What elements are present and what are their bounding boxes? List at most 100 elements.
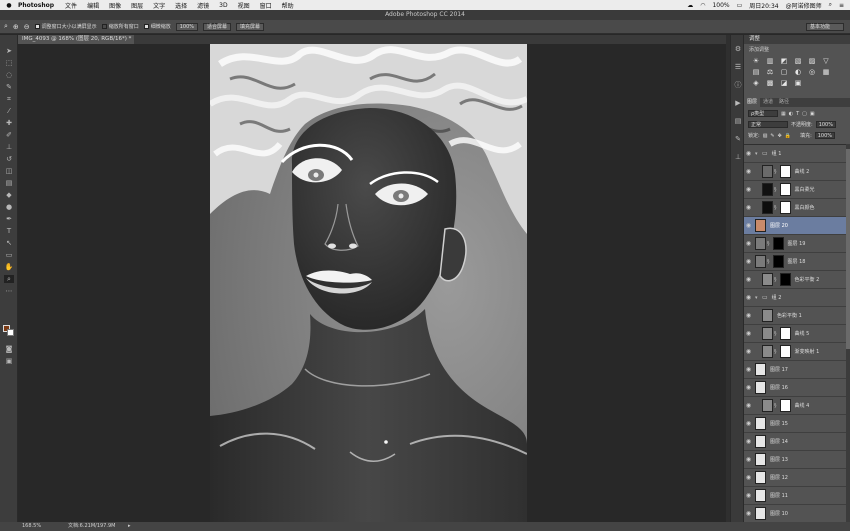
zoom-tool-icon[interactable]: ⌕ bbox=[4, 22, 8, 31]
chain-link-icon[interactable]: § bbox=[774, 331, 777, 337]
dock-adjust-icon[interactable]: ⚙ bbox=[734, 45, 742, 53]
marquee-tool-icon[interactable]: ⬚ bbox=[4, 59, 14, 67]
eyedropper-tool-icon[interactable]: ⁄ bbox=[4, 107, 14, 115]
cloud-icon[interactable]: ☁ bbox=[687, 2, 693, 9]
menu-3d[interactable]: 3D bbox=[219, 2, 227, 9]
layer-name[interactable]: 色彩平衡 1 bbox=[777, 312, 802, 319]
layer-row[interactable]: ◉ 图层 15 bbox=[744, 415, 850, 433]
eye-icon[interactable]: ◉ bbox=[744, 474, 753, 481]
hue-saturation-icon[interactable]: ▤ bbox=[750, 67, 762, 77]
layer-row[interactable]: ◉ § 图层 18 bbox=[744, 253, 850, 271]
layer-name[interactable]: 组 1 bbox=[772, 150, 782, 157]
layer-row[interactable]: ◉ ▾ ▭ 组 1 bbox=[744, 145, 850, 163]
layer-thumbnail[interactable] bbox=[755, 219, 766, 232]
layer-name[interactable]: 图层 14 bbox=[770, 438, 788, 445]
layer-mask-thumbnail[interactable] bbox=[779, 273, 791, 286]
zoom-tool-active-icon[interactable]: ⌕ bbox=[4, 275, 14, 283]
layer-filter-select[interactable]: ρ类型 bbox=[748, 110, 778, 117]
layer-row[interactable]: ◉ § 曲线 5 bbox=[744, 325, 850, 343]
document-size[interactable]: 文档:6.21M/197.9M bbox=[68, 522, 115, 531]
lasso-tool-icon[interactable]: ◌ bbox=[4, 71, 14, 79]
layer-name[interactable]: 黑白柔光 bbox=[795, 186, 815, 193]
status-menu-arrow-icon[interactable]: ▸ bbox=[128, 522, 131, 531]
layer-row[interactable]: ◉ 图层 17 bbox=[744, 361, 850, 379]
eye-icon[interactable]: ◉ bbox=[744, 510, 753, 517]
menubar-user[interactable]: @阿诺修图师 bbox=[786, 1, 822, 10]
layer-row[interactable]: ◉ 图层 14 bbox=[744, 433, 850, 451]
menu-image[interactable]: 图像 bbox=[109, 1, 121, 10]
zoom-in-icon[interactable]: ⊕ bbox=[13, 23, 19, 31]
shape-tool-icon[interactable]: ▭ bbox=[4, 251, 14, 259]
zoom-level[interactable]: 168.5% bbox=[22, 522, 41, 531]
fill-screen-button[interactable]: 填充屏幕 bbox=[236, 22, 265, 31]
layer-name[interactable]: 曲线 5 bbox=[795, 330, 810, 337]
adjustments-panel-header[interactable]: 调整 bbox=[744, 35, 850, 44]
eye-icon[interactable]: ◉ bbox=[744, 240, 753, 247]
eye-icon[interactable]: ◉ bbox=[744, 258, 753, 265]
eye-icon[interactable]: ◉ bbox=[744, 186, 753, 193]
disclosure-triangle-icon[interactable]: ▾ bbox=[755, 295, 761, 301]
chain-link-icon[interactable]: § bbox=[774, 169, 777, 175]
chain-link-icon[interactable]: § bbox=[774, 349, 777, 355]
layer-row[interactable]: ◉ § 黑白颜色 bbox=[744, 199, 850, 217]
layer-thumbnail[interactable] bbox=[755, 363, 766, 376]
layer-name[interactable]: 图层 15 bbox=[770, 420, 788, 427]
layer-thumbnail[interactable] bbox=[755, 255, 766, 268]
filter-shape-icon[interactable]: ▢ bbox=[802, 111, 807, 117]
photo-filter-icon[interactable]: ◐ bbox=[792, 67, 804, 77]
dock-actions-icon[interactable]: ▶ bbox=[734, 99, 742, 107]
dodge-tool-icon[interactable]: ● bbox=[4, 203, 14, 211]
layer-name[interactable]: 图层 11 bbox=[770, 492, 788, 499]
menu-file[interactable]: 文件 bbox=[65, 1, 77, 10]
brightness-icon[interactable]: ☀ bbox=[750, 56, 762, 66]
layer-thumbnail[interactable] bbox=[762, 399, 773, 412]
layer-thumbnail[interactable] bbox=[762, 183, 773, 196]
layer-thumbnail[interactable] bbox=[762, 165, 773, 178]
layer-name[interactable]: 图层 16 bbox=[770, 384, 788, 391]
channel-mixer-icon[interactable]: ◎ bbox=[806, 67, 818, 77]
blend-mode-select[interactable]: 正常 bbox=[748, 121, 788, 128]
layer-mask-thumbnail[interactable] bbox=[779, 183, 791, 196]
layer-row[interactable]: ◉ § 曲线 4 bbox=[744, 397, 850, 415]
filter-pixel-icon[interactable]: ▦ bbox=[781, 111, 786, 117]
dock-history-icon[interactable]: ☰ bbox=[734, 63, 742, 71]
layer-name[interactable]: 色彩平衡 2 bbox=[795, 276, 820, 283]
resize-windows-checkbox[interactable]: 调整窗口大小以满屏显示 bbox=[34, 23, 97, 30]
eye-icon[interactable]: ◉ bbox=[744, 438, 753, 445]
layer-mask-thumbnail[interactable] bbox=[779, 399, 791, 412]
layer-thumbnail[interactable] bbox=[762, 345, 773, 358]
dock-properties-icon[interactable]: ▤ bbox=[734, 117, 742, 125]
eraser-tool-icon[interactable]: ◫ bbox=[4, 167, 14, 175]
layer-name[interactable]: 图层 10 bbox=[770, 510, 788, 517]
layer-row[interactable]: ◉ ▾ ▭ 组 2 bbox=[744, 289, 850, 307]
tab-channels[interactable]: 通道 bbox=[760, 98, 776, 107]
layer-mask-thumbnail[interactable] bbox=[772, 237, 784, 250]
levels-icon[interactable]: ▥ bbox=[764, 56, 776, 66]
layer-row[interactable]: ◉ 图层 20 bbox=[744, 217, 850, 235]
dock-brush-icon[interactable]: ✎ bbox=[734, 135, 742, 143]
pen-tool-icon[interactable]: ✒ bbox=[4, 215, 14, 223]
wifi-icon[interactable]: ◠ bbox=[700, 2, 705, 9]
layers-scrollbar[interactable] bbox=[846, 144, 850, 522]
gradient-map-icon[interactable]: ▣ bbox=[792, 78, 804, 88]
opacity-input[interactable]: 100% bbox=[815, 121, 836, 128]
move-tool-icon[interactable]: ➤ bbox=[4, 47, 14, 55]
menu-view[interactable]: 视图 bbox=[238, 1, 250, 10]
quick-select-tool-icon[interactable]: ✎ bbox=[4, 83, 14, 91]
gradient-tool-icon[interactable]: ▤ bbox=[4, 179, 14, 187]
eye-icon[interactable]: ◉ bbox=[744, 204, 753, 211]
layer-mask-thumbnail[interactable] bbox=[779, 327, 791, 340]
layer-name[interactable]: 图层 12 bbox=[770, 474, 788, 481]
layer-thumbnail[interactable] bbox=[755, 381, 766, 394]
filter-smart-icon[interactable]: ▣ bbox=[810, 111, 815, 117]
fit-screen-button[interactable]: 适合屏幕 bbox=[203, 22, 232, 31]
layer-thumbnail[interactable] bbox=[755, 489, 766, 502]
layer-thumbnail[interactable] bbox=[762, 201, 773, 214]
layer-name[interactable]: 图层 20 bbox=[770, 222, 788, 229]
eye-icon[interactable]: ◉ bbox=[744, 348, 753, 355]
chain-link-icon[interactable]: § bbox=[767, 259, 770, 265]
chain-link-icon[interactable]: § bbox=[774, 277, 777, 283]
layer-row[interactable]: ◉ 图层 13 bbox=[744, 451, 850, 469]
scrubby-zoom-checkbox[interactable]: 细微缩放 bbox=[143, 23, 171, 30]
hand-tool-icon[interactable]: ✋ bbox=[4, 263, 14, 271]
